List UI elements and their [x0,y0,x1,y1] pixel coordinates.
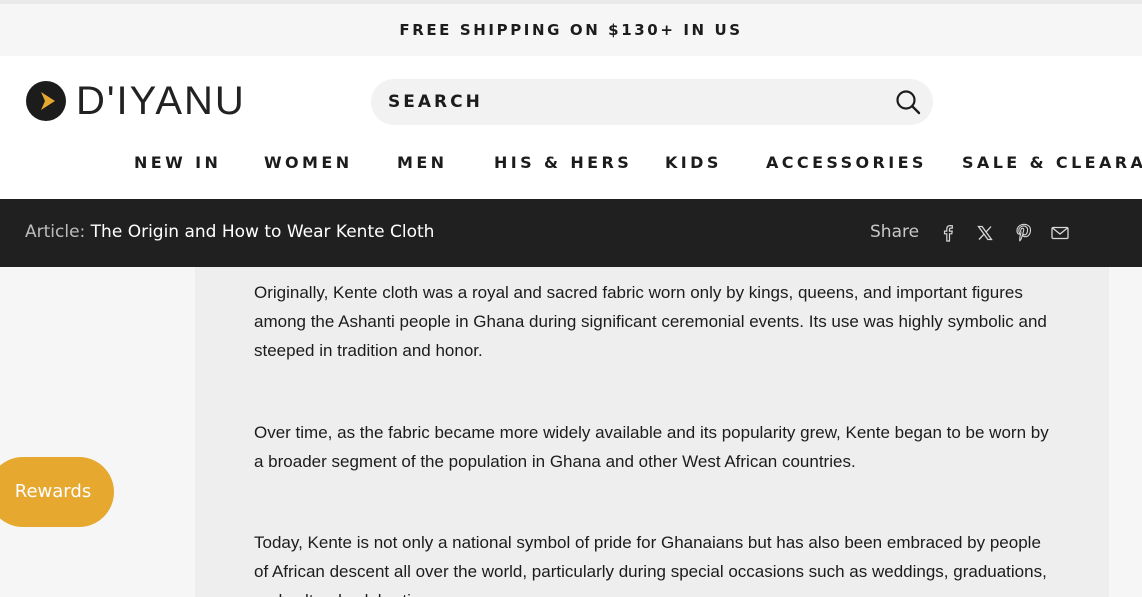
x-icon[interactable] [975,223,995,243]
search-icon[interactable] [895,89,921,115]
nav-item-new-in[interactable]: NEW IN [134,152,221,174]
article-paragraph: Today, Kente is not only a national symb… [254,533,1047,597]
article-content: Originally, Kente cloth was a royal and … [195,267,1109,597]
rewards-button[interactable]: Rewards [0,457,114,527]
main-nav: NEW IN WOMEN MEN HIS & HERS KIDS ACCESSO… [0,152,1142,176]
brand-logo[interactable]: D'IYANU [25,79,246,123]
search-bar [371,79,933,125]
nav-item-kids[interactable]: KIDS [665,152,722,174]
nav-item-men[interactable]: MEN [397,152,447,174]
brand-name: D'IYANU [76,79,246,123]
article-paragraph: Over time, as the fabric became more wid… [254,423,1049,471]
article-title: The Origin and How to Wear Kente Cloth [90,222,435,242]
play-triangle-icon [26,81,66,121]
nav-item-women[interactable]: WOMEN [264,152,353,174]
article-prefix: Article: [25,222,86,242]
article-paragraph: Originally, Kente cloth was a royal and … [254,283,1047,360]
pinterest-icon[interactable] [1013,223,1033,243]
email-icon[interactable] [1050,223,1070,243]
facebook-icon[interactable] [938,223,958,243]
share-label: Share [870,222,920,242]
article-bar: Article: The Origin and How to Wear Kent… [0,199,1142,267]
site-header: D'IYANU NEW IN WOMEN MEN HIS & HERS KIDS… [0,56,1142,199]
announcement-bar: FREE SHIPPING ON $130+ IN US [0,4,1142,56]
nav-item-sale-clearance[interactable]: SALE & CLEARAN [962,152,1142,174]
search-input[interactable] [388,79,868,125]
nav-item-accessories[interactable]: ACCESSORIES [766,152,927,174]
article-heading: Article: The Origin and How to Wear Kent… [25,199,434,265]
nav-item-his-and-hers[interactable]: HIS & HERS [494,152,632,174]
